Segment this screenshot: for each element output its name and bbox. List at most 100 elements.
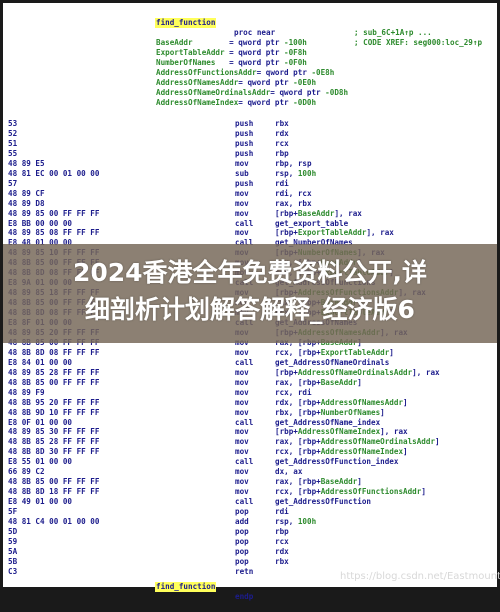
symbol-reference[interactable]: AddressOfNamesAddr	[321, 398, 403, 407]
opcode-bytes: 48 89 85 30 FF FF FF	[8, 427, 100, 437]
instruction-row[interactable]: 48 8B 85 28 FF FF FF mov rax, [rbp+Address…	[3, 437, 497, 447]
instruction-row[interactable]: 48 81 C4 00 01 00 00 add rsp, 100h	[3, 517, 497, 527]
variable-name[interactable]: AddressOfNameIndex	[156, 98, 238, 107]
instruction-row[interactable]: 57 push rdi	[3, 179, 497, 189]
stack-variable-line: AddressOfNameOrdinalsAddr= qword ptr -0D…	[3, 88, 497, 98]
symbol-reference[interactable]: AddressOfNameIndex	[298, 427, 380, 436]
symbol-reference[interactable]: 100h	[298, 169, 316, 178]
symbol-reference[interactable]: ExportTableAddr	[321, 348, 390, 357]
variable-separator: =	[192, 38, 239, 47]
instruction-row[interactable]: E8 BB 00 00 00 call get_export_table	[3, 219, 497, 229]
symbol-reference[interactable]: BaseAddr	[321, 477, 358, 486]
operand-text: ], rax	[412, 367, 440, 377]
operands: get_export_table	[275, 219, 348, 229]
variable-offset: -0F8h	[284, 48, 307, 57]
operand-text: get_AddressOfName_index	[275, 417, 381, 427]
variable-name[interactable]: AddressOfNameOrdinalsAddr	[156, 88, 270, 97]
instruction-row[interactable]: 48 8B 8D 18 FF FF FF mov rcx, [rbp+Address…	[3, 487, 497, 497]
instruction-row[interactable]: 48 89 85 00 FF FF FF mov [rbp+BaseAddr], r…	[3, 209, 497, 219]
mnemonic: push	[235, 128, 254, 138]
opcode-bytes: E8 0F 01 00 00	[8, 417, 73, 427]
opcode-bytes: 48 89 E5	[8, 158, 45, 168]
instruction-row[interactable]: E8 0F 01 00 00 call get_AddressOfName_inde…	[3, 418, 497, 428]
symbol-reference[interactable]: AddressOfNameIndex	[321, 447, 403, 456]
instruction-row[interactable]: 5F pop rdi	[3, 507, 497, 517]
symbol-reference[interactable]: NumberOfNames	[321, 408, 380, 417]
operand-text: rax, [rbp+	[275, 477, 321, 487]
instruction-row[interactable]: 51 push rcx	[3, 139, 497, 149]
variable-name[interactable]: BaseAddr	[156, 38, 193, 47]
symbol-reference[interactable]: AddressOfNameOrdinalsAddr	[321, 437, 435, 446]
stack-variable[interactable]: AddressOfNameIndex= qword ptr -0D0h	[156, 98, 316, 108]
symbol-reference[interactable]: ExportTableAddr	[298, 228, 367, 237]
symbol-reference[interactable]: BaseAddr	[298, 209, 335, 218]
symbol-reference[interactable]: 100h	[298, 517, 316, 526]
mnemonic: mov	[235, 477, 249, 487]
opcode-bytes: 48 81 C4 00 01 00 00	[8, 517, 100, 526]
xref-comment[interactable]: ; sub_6C+1A↑p ...	[354, 28, 432, 38]
instruction-row[interactable]: 48 89 85 08 FF FF FF mov [rbp+ExportTableA…	[3, 228, 497, 238]
instruction-row[interactable]: 53 push rbx	[3, 119, 497, 129]
instruction-row[interactable]: 5A pop rdx	[3, 547, 497, 557]
stack-variable[interactable]: NumberOfNames = qword ptr -0F0h	[156, 58, 307, 68]
instruction-row[interactable]: 66 89 C2 mov dx, ax	[3, 467, 497, 477]
operand-text: rdx	[275, 546, 289, 556]
mnemonic: add	[235, 517, 249, 526]
mnemonic: mov	[235, 397, 249, 407]
instruction-row[interactable]: 52 push rdx	[3, 129, 497, 139]
symbol-reference[interactable]: AddressOfNameOrdinalsAddr	[298, 368, 412, 377]
operand-text: get_export_table	[275, 218, 349, 228]
symbol-reference[interactable]: AddressOfFunctionsAddr	[321, 487, 422, 496]
operands: rbp, rsp	[275, 159, 312, 169]
instruction-row[interactable]: 59 pop rcx	[3, 537, 497, 547]
instruction-row[interactable]: 55 push rbp	[3, 149, 497, 159]
mnemonic: mov	[235, 407, 249, 417]
symbol-reference[interactable]: BaseAddr	[321, 378, 358, 387]
variable-name[interactable]: AddressOfNamesAddr	[156, 78, 238, 87]
variable-name[interactable]: NumberOfNames	[156, 58, 215, 67]
instruction-row[interactable]: 48 8B 9D 10 FF FF FF mov rbx, [rbp+NumberO…	[3, 408, 497, 418]
instruction-row[interactable]: 48 81 EC 00 01 00 00 sub rsp, 100h	[3, 169, 497, 179]
banner-title: 2024香港全年免费资料公开,详 细剖析计划解答解释_经济版6	[0, 254, 500, 328]
instruction-row[interactable]: 48 89 CF mov rdi, rcx	[3, 189, 497, 199]
operands: [rbp+AddressOfNameIndex], rax	[275, 427, 408, 437]
operand-text: rdi, rcx	[275, 188, 312, 198]
instruction-row[interactable]: 48 89 85 28 FF FF FF mov [rbp+AddressOfNam…	[3, 368, 497, 378]
opcode-bytes: 5D	[8, 526, 18, 536]
mnemonic: push	[235, 119, 254, 128]
opcode-bytes: 5A	[8, 546, 18, 556]
operand-text: [rbp+	[275, 228, 298, 238]
variable-name[interactable]: ExportTableAddr	[156, 48, 225, 57]
operands: rdx, [rbp+AddressOfNamesAddr]	[275, 398, 408, 408]
stack-variable[interactable]: BaseAddr = qword ptr -100h	[156, 38, 307, 48]
stack-variable[interactable]: AddressOfFunctionsAddr= qword ptr -0E8h	[156, 68, 334, 78]
instruction-row[interactable]: E8 84 01 00 00 call get_AddressOfNameOrdin…	[3, 358, 497, 368]
stack-variable-line: BaseAddr = qword ptr -100h	[3, 38, 497, 48]
instruction-row[interactable]: E8 49 01 00 00 call get_AddressOfFunction	[3, 497, 497, 507]
stack-variable[interactable]: AddressOfNamesAddr= qword ptr -0E0h	[156, 78, 316, 88]
instruction-row[interactable]: 48 89 D8 mov rax, rbx	[3, 199, 497, 209]
operands: get_AddressOfFunction_index	[275, 457, 398, 467]
instruction-row[interactable]: E8 55 01 00 00 call get_AddressOfFunction_…	[3, 457, 497, 467]
instruction-row[interactable]: 48 89 F9 mov rcx, rdi	[3, 388, 497, 398]
instruction-row[interactable]: 48 89 E5 mov rbp, rsp	[3, 159, 497, 169]
instruction-row[interactable]: 48 8B 8D 30 FF FF FF mov rcx, [rbp+Address…	[3, 447, 497, 457]
operand-text: ]	[357, 377, 362, 387]
operands: rbx	[275, 119, 289, 129]
instruction-row[interactable]: 48 89 85 30 FF FF FF mov [rbp+AddressOfNam…	[3, 427, 497, 437]
mnemonic: mov	[235, 347, 249, 357]
instruction-row[interactable]: 48 8B 85 00 FF FF FF mov rax, [rbp+BaseAdd…	[3, 477, 497, 487]
instruction-row[interactable]: 48 8B 95 20 FF FF FF mov rdx, [rbp+Address…	[3, 398, 497, 408]
stack-variable[interactable]: AddressOfNameOrdinalsAddr= qword ptr -0D…	[156, 88, 348, 98]
instruction-row[interactable]: 48 8B 8D 08 FF FF FF mov rcx, [rbp+ExportT…	[3, 348, 497, 358]
variable-type: qword ptr	[238, 58, 285, 67]
instruction-row[interactable]: 5B pop rbx	[3, 557, 497, 567]
variable-name[interactable]: AddressOfFunctionsAddr	[156, 68, 257, 77]
endp-directive: endp	[235, 592, 254, 601]
stack-variable[interactable]: ExportTableAddr = qword ptr -0F8h	[156, 48, 307, 58]
instruction-row[interactable]: 5D pop rbp	[3, 527, 497, 537]
instruction-row[interactable]: 48 8B 85 00 FF FF FF mov rax, [rbp+BaseAdd…	[3, 378, 497, 388]
opcode-bytes: 48 89 85 00 FF FF FF	[8, 208, 100, 218]
function-label[interactable]: find_function	[155, 582, 217, 592]
variable-offset: -0D8h	[325, 88, 349, 97]
